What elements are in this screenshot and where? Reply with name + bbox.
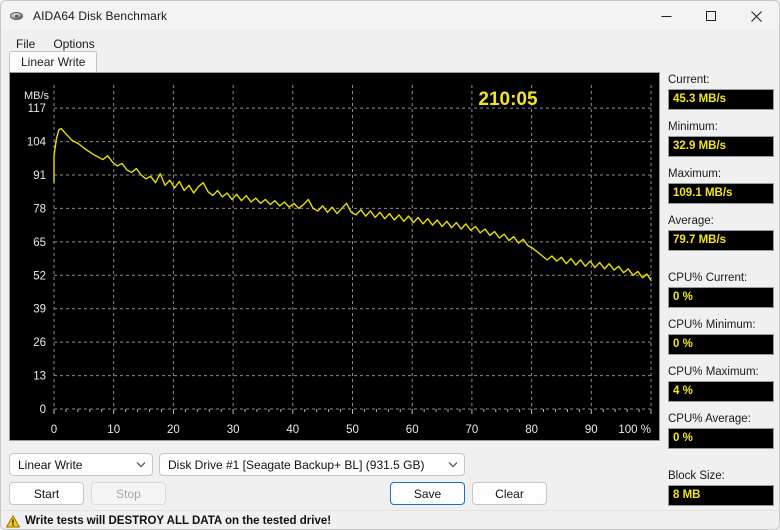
menu-item-options[interactable]: Options — [44, 35, 103, 53]
y-tick-78: 78 — [33, 203, 46, 215]
aida64-disk-benchmark-window: AIDA64 Disk Benchmark File Options Linea… — [0, 0, 780, 530]
y-tick-65: 65 — [33, 237, 46, 249]
stat-value-block-size: 8 MB — [668, 485, 774, 506]
stat-label-cpu-maximum: CPU% Maximum: — [668, 366, 759, 378]
stat-value-cpu-minimum: 0 % — [668, 334, 774, 355]
stat-value-average: 79.7 MB/s — [668, 230, 774, 251]
stat-value-minimum: 32.9 MB/s — [668, 136, 774, 157]
test-type-select[interactable]: Linear Write — [9, 453, 153, 476]
stat-label-current: Current: — [668, 74, 710, 86]
warning-bar: Write tests will DESTROY ALL DATA on the… — [1, 510, 779, 529]
tab-linear-write[interactable]: Linear Write — [9, 51, 98, 73]
disk-drive-icon — [9, 8, 25, 24]
x-tick-60: 60 — [406, 424, 419, 436]
clear-button[interactable]: Clear — [472, 482, 547, 505]
test-type-value: Linear Write — [18, 457, 83, 472]
x-tick-50: 50 — [346, 424, 359, 436]
benchmark-chart: 0 13 26 39 52 65 78 91 104 117 0 10 20 30 40 50 60 70 80 9… — [9, 72, 660, 441]
y-tick-26: 26 — [33, 337, 46, 349]
stat-label-maximum: Maximum: — [668, 168, 722, 180]
stat-value-cpu-current: 0 % — [668, 287, 774, 308]
chevron-down-icon — [136, 461, 146, 468]
menu-bar: File Options — [1, 32, 779, 55]
minimize-button[interactable] — [644, 1, 689, 32]
selector-row: Linear Write Disk Drive #1 [Seagate Back… — [9, 453, 465, 476]
elapsed-timer: 210:05 — [478, 89, 538, 110]
menu-item-file[interactable]: File — [7, 35, 44, 53]
y-tick-39: 39 — [33, 304, 46, 316]
y-tick-0: 0 — [40, 404, 46, 416]
warning-triangle-icon — [6, 514, 20, 528]
x-tick-40: 40 — [286, 424, 299, 436]
stat-value-cpu-average: 0 % — [668, 428, 774, 449]
drive-value: Disk Drive #1 [Seagate Backup+ BL] (931.… — [168, 457, 425, 472]
stats-group-separator — [668, 261, 774, 271]
warning-text: Write tests will DESTROY ALL DATA on the… — [25, 515, 332, 527]
stat-value-cpu-maximum: 4 % — [668, 381, 774, 402]
x-tick-30: 30 — [227, 424, 240, 436]
chart-y-axis-label: MB/s — [24, 90, 50, 102]
title-bar: AIDA64 Disk Benchmark — [1, 1, 779, 32]
stats-group-separator — [668, 459, 774, 469]
drive-select[interactable]: Disk Drive #1 [Seagate Backup+ BL] (931.… — [159, 453, 465, 476]
stat-label-minimum: Minimum: — [668, 121, 718, 133]
x-tick-20: 20 — [167, 424, 180, 436]
stat-label-block-size: Block Size: — [668, 470, 725, 482]
close-button[interactable] — [734, 1, 779, 32]
y-tick-52: 52 — [33, 270, 46, 282]
y-tick-13: 13 — [33, 371, 46, 383]
start-button[interactable]: Start — [9, 482, 84, 505]
chevron-down-icon — [448, 461, 458, 468]
stat-label-cpu-average: CPU% Average: — [668, 413, 751, 425]
tab-strip: Linear Write — [9, 51, 98, 73]
action-button-row: Start Stop Save Clear — [9, 482, 547, 505]
chart-background — [10, 73, 659, 440]
maximize-button[interactable] — [689, 1, 734, 32]
x-tick-80: 80 — [525, 424, 538, 436]
y-tick-91: 91 — [33, 170, 46, 182]
window-controls — [644, 1, 779, 32]
stat-label-cpu-current: CPU% Current: — [668, 272, 748, 284]
statistics-panel: Current: 45.3 MB/s Minimum: 32.9 MB/s Maximu… — [668, 73, 774, 516]
x-tick-100-%: 100 % — [618, 424, 651, 436]
x-tick-10: 10 — [107, 424, 120, 436]
stat-value-maximum: 109.1 MB/s — [668, 183, 774, 204]
y-tick-104: 104 — [27, 137, 47, 149]
stop-button: Stop — [91, 482, 166, 505]
window-title: AIDA64 Disk Benchmark — [33, 9, 168, 23]
y-tick-117: 117 — [28, 103, 46, 115]
chart-plot-area: 0 13 26 39 52 65 78 91 104 117 0 10 20 30 40 50 60 70 80 9… — [10, 73, 659, 440]
stat-label-average: Average: — [668, 215, 714, 227]
stat-label-cpu-minimum: CPU% Minimum: — [668, 319, 756, 331]
save-button[interactable]: Save — [390, 482, 465, 505]
stat-value-current: 45.3 MB/s — [668, 89, 774, 110]
x-tick-0: 0 — [51, 424, 57, 436]
x-tick-70: 70 — [466, 424, 479, 436]
x-tick-90: 90 — [585, 424, 598, 436]
